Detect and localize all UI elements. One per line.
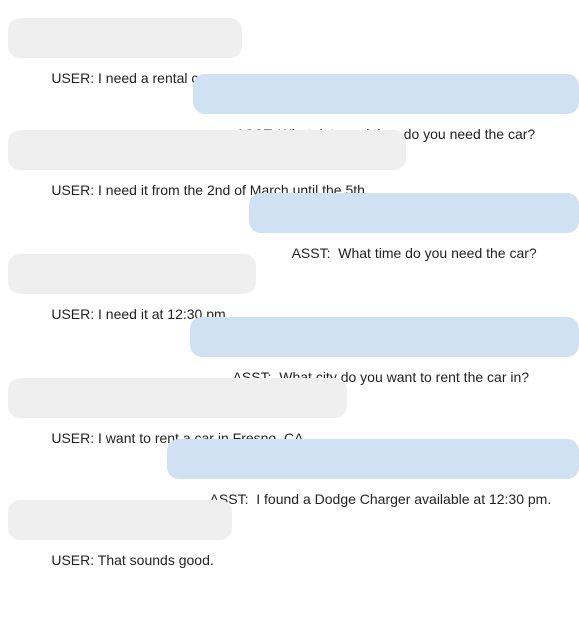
user-message-bubble: USER: I need it from the 2nd of March un… xyxy=(8,130,406,198)
message-row-user: USER: I want to rent a car in Fresno, CA… xyxy=(0,378,579,446)
message-row-assistant: ASST: What time do you need the car? xyxy=(0,193,579,261)
user-message-bubble: USER: I need a rental car. xyxy=(8,18,242,86)
message-row-user: USER: That sounds good. xyxy=(0,500,579,568)
message-row-assistant: ASST: What city do you want to rent the … xyxy=(0,317,579,385)
user-message-bubble: USER: That sounds good. xyxy=(8,500,232,568)
message-row-user: USER: I need a rental car. xyxy=(0,18,579,86)
assistant-message-bubble: ASST: I found a Dodge Charger available … xyxy=(167,439,579,507)
chat-transcript: USER: I need a rental car. ASST: What da… xyxy=(0,0,579,568)
message-row-user: USER: I need it from the 2nd of March un… xyxy=(0,130,579,198)
user-message-bubble: USER: I need it at 12:30 pm. xyxy=(8,254,256,322)
message-row-assistant: ASST: What date and time do you need the… xyxy=(0,74,579,142)
user-message-bubble: USER: I want to rent a car in Fresno, CA… xyxy=(8,378,347,446)
assistant-message-bubble: ASST: What date and time do you need the… xyxy=(193,74,579,142)
message-text: USER: That sounds good. xyxy=(51,552,214,568)
assistant-message-bubble: ASST: What time do you need the car? xyxy=(249,193,579,261)
message-row-user: USER: I need it at 12:30 pm. xyxy=(0,254,579,322)
assistant-message-bubble: ASST: What city do you want to rent the … xyxy=(190,317,579,385)
message-row-assistant: ASST: I found a Dodge Charger available … xyxy=(0,439,579,507)
